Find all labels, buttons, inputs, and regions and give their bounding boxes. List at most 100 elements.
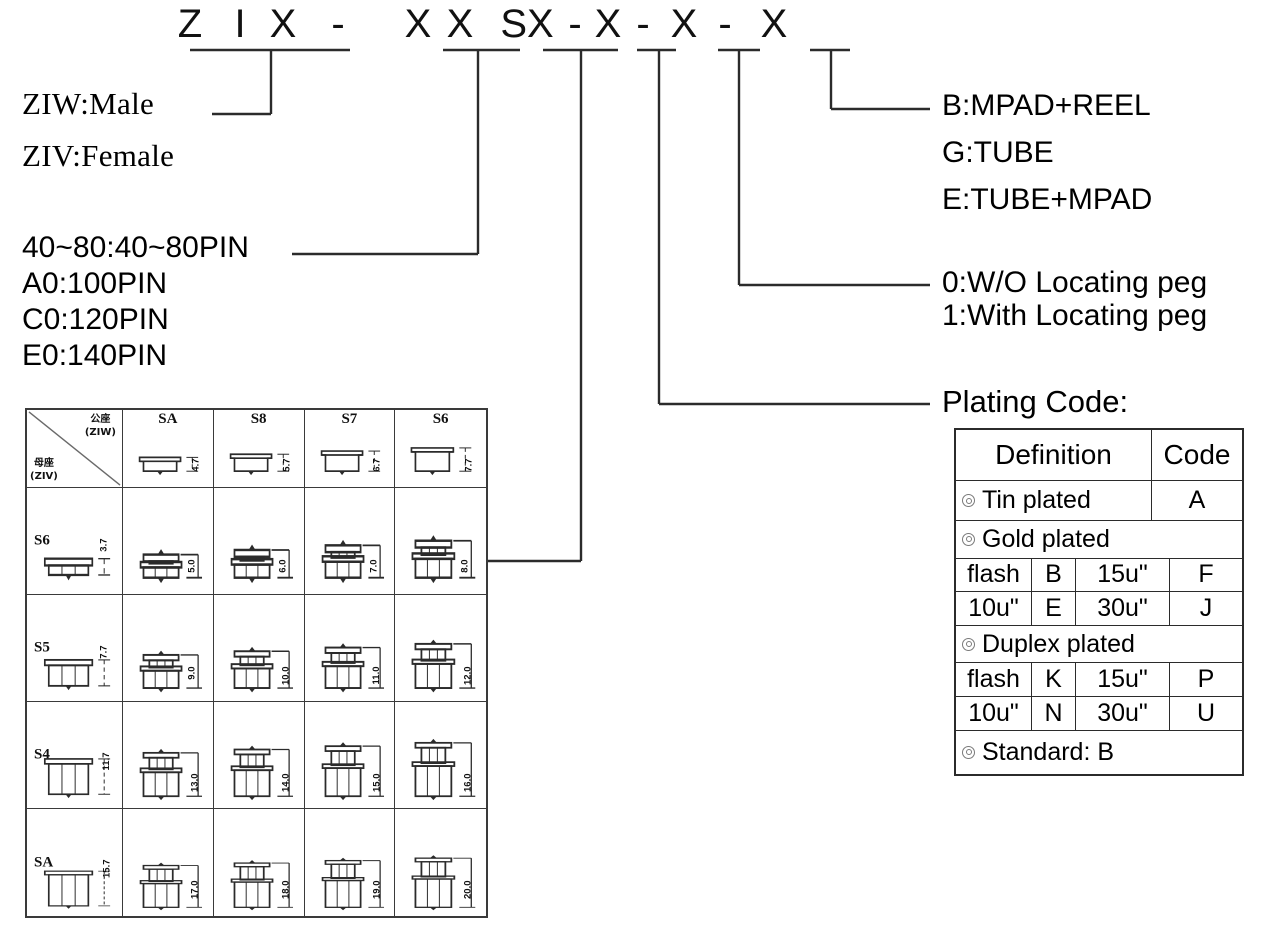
bullet-icon (962, 745, 977, 761)
dimension-value: 3.7 (98, 538, 110, 552)
plating-duplex-2-c2: N (1032, 696, 1076, 730)
plating-duplex-2-c1: 10u" (956, 696, 1032, 730)
dimension-value: 9.0 (186, 666, 198, 680)
plating-gold-1-c3: 15u" (1076, 558, 1170, 592)
dimension-value: 7.7 (98, 645, 110, 659)
plating-row-tin: Tin plated A (956, 481, 1242, 521)
label-packaging-reel: B:MPAD+REEL (942, 89, 1151, 122)
matrix-cell-sa-s7: 19.0 (305, 809, 396, 916)
label-packaging-tube-mpad: E:TUBE+MPAD (942, 183, 1153, 216)
dimension-value: 15.7 (101, 859, 113, 878)
matrix-corner-cell: 公座 (ZIW) 母座 (ZIV) (27, 410, 123, 488)
dimension-value: 13.0 (189, 773, 201, 792)
dimension-value: 6.7 (371, 458, 383, 472)
plating-standard-cell: Standard: B (956, 731, 1242, 774)
matrix-cell-s4-s6: 16.0 (395, 702, 486, 809)
matrix-row-header-sa: SA 15.7 (27, 809, 123, 916)
plating-duplex-1-c3: 15u" (1076, 663, 1170, 696)
plating-code-table: Definition Code Tin plated A Gold plated… (954, 428, 1244, 776)
plating-duplex-definition: Duplex plated (956, 626, 1242, 663)
dimension-value: 7.0 (368, 559, 380, 573)
matrix-cell-s6-s8: 6.0 (213, 488, 305, 595)
matrix-cell-s6-sa: 5.0 (123, 488, 214, 595)
matrix-cell-s5-s6: 12.0 (395, 595, 486, 702)
plating-duplex-1-c4: P (1197, 665, 1215, 694)
matrix-cell-s5-s7: 11.0 (304, 595, 396, 702)
label-packaging-tube: G:TUBE (942, 136, 1054, 169)
plating-row-duplex-2: 10u" N 30u" U (956, 696, 1242, 731)
part-number-coding-diagram: Z I X - X X SX - X - X - X ZIW:Male ZIV:… (0, 0, 1280, 930)
matrix-cell-s5-sa: 9.0 (123, 595, 214, 702)
dimension-value: 11.0 (370, 666, 382, 685)
matrix-row-axis-label: 母座 (ZIV) (30, 458, 58, 483)
matrix-cell-s5-s8: 10.0 (213, 595, 305, 702)
matrix-cell-s4-sa: 13.0 (123, 702, 214, 809)
matrix-row-header-s4: S4 11.7 (27, 702, 123, 809)
plating-row-standard: Standard: B (956, 731, 1242, 774)
label-plating-code-title: Plating Code: (942, 384, 1129, 419)
plating-gold-1-c2: B (1032, 558, 1076, 592)
matrix-row-header-s5: S5 7.7 (27, 595, 123, 702)
matrix-col-axis-cn: 公座 (90, 414, 111, 425)
matrix-cell-s6-s7: 7.0 (304, 488, 396, 595)
plating-gold-1-c1: flash (956, 558, 1032, 592)
dimension-value: 12.0 (462, 666, 474, 685)
plating-gold-label: Gold plated (982, 524, 1110, 553)
label-pin-120: C0:120PIN (22, 303, 169, 336)
plating-duplex-1-c1: flash (956, 663, 1032, 696)
dimension-value: 18.0 (280, 880, 292, 900)
bullet-icon (962, 494, 977, 509)
matrix-cell-s4-s7: 15.0 (304, 702, 396, 809)
dimension-value: 19.0 (370, 880, 382, 900)
plating-duplex-2-c3: 30u" (1076, 696, 1170, 730)
label-peg-with: 1:With Locating peg (942, 299, 1208, 332)
dimension-value: 17.0 (189, 880, 201, 900)
plating-header-definition: Definition (956, 430, 1152, 481)
plating-row-gold-2: 10u" E 30u" J (956, 592, 1242, 626)
plating-duplex-1-c2: K (1032, 663, 1076, 696)
matrix-cell-s6-s6: 8.0 (395, 488, 486, 595)
plating-gold-definition: Gold plated (956, 521, 1242, 558)
plating-header-code: Code (1163, 439, 1231, 471)
label-type-male: ZIW:Male (22, 86, 155, 121)
plating-gold-2-c1: 10u" (956, 592, 1032, 625)
dimension-value: 8.0 (459, 559, 471, 573)
plating-tin-definition: Tin plated (956, 481, 1152, 520)
matrix-column-header-s7: S7 6.7 (304, 410, 396, 488)
plating-duplex-label: Duplex plated (982, 629, 1135, 658)
dimension-value: 7.7 (463, 458, 475, 472)
mating-height-matrix-table: 公座 (ZIW) 母座 (ZIV) SA 4.7 S8 5.7 S7 6.7 S… (25, 408, 488, 918)
dimension-value: 4.7 (190, 458, 202, 472)
dimension-value: 14.0 (280, 773, 292, 792)
matrix-row-axis-code: (ZIV) (30, 470, 58, 482)
label-pin-140: E0:140PIN (22, 339, 168, 372)
dimension-value: 10.0 (280, 666, 292, 685)
plating-tin-label: Tin plated (982, 486, 1091, 515)
dimension-value: 20.0 (462, 880, 474, 900)
matrix-row-axis-cn: 母座 (33, 458, 54, 469)
matrix-cell-sa-s6: 20.0 (395, 809, 486, 916)
dimension-value: 6.0 (277, 559, 289, 573)
matrix-row-header-s6: S6 3.7 (27, 488, 123, 595)
matrix-col-axis-code: (ZIW) (84, 426, 116, 438)
label-pin-40-80: 40~80:40~80PIN (22, 231, 249, 264)
plating-header-row: Definition Code (956, 430, 1242, 482)
label-type-female: ZIV:Female (22, 138, 175, 173)
plating-tin-code: A (1188, 486, 1206, 515)
matrix-column-header-sa: SA 4.7 (123, 410, 214, 488)
plating-duplex-2-c4: U (1196, 698, 1216, 727)
plating-standard-label: Standard: B (982, 737, 1115, 766)
matrix-cell-sa-s8: 18.0 (214, 809, 305, 916)
bullet-icon (962, 532, 977, 548)
dimension-value: 11.7 (100, 752, 112, 770)
dimension-value: 5.0 (186, 559, 198, 573)
bullet-icon (962, 637, 977, 653)
matrix-column-header-s8: S8 5.7 (213, 410, 305, 488)
dimension-value: 15.0 (370, 773, 382, 792)
plating-row-gold-1: flash B 15u" F (956, 558, 1242, 593)
matrix-column-header-s6: S6 7.7 (395, 410, 486, 488)
plating-gold-2-c4: J (1199, 593, 1213, 622)
plating-row-duplex-header: Duplex plated (956, 626, 1242, 664)
plating-gold-2-c3: 30u" (1076, 592, 1170, 625)
label-pin-100: A0:100PIN (22, 267, 168, 300)
